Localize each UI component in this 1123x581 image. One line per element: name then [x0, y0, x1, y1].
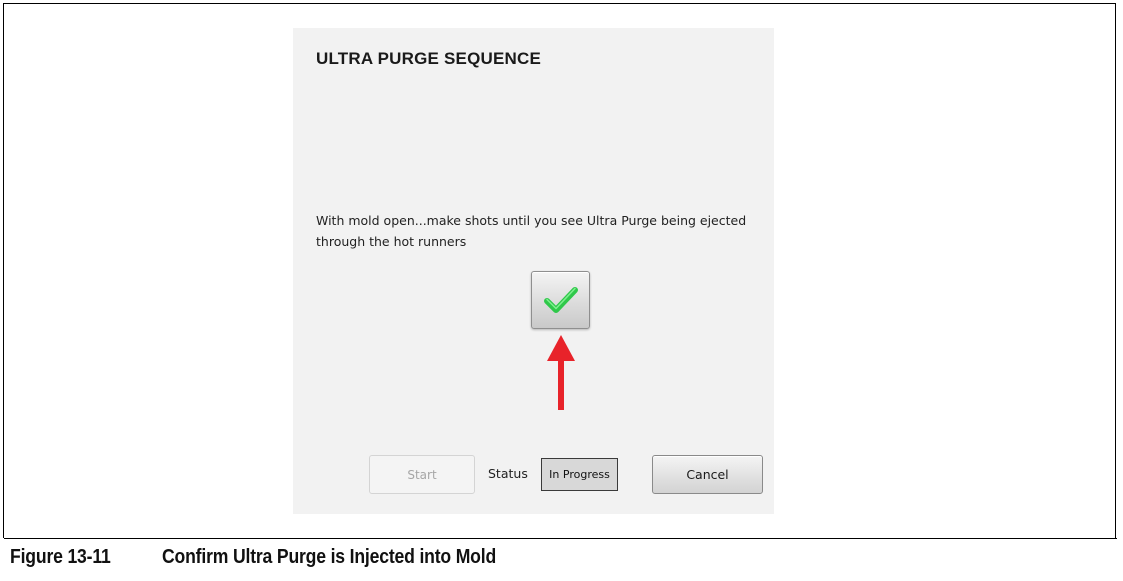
figure-caption-text: Confirm Ultra Purge is Injected into Mol… [162, 546, 497, 568]
status-value-field: In Progress [541, 458, 618, 491]
dialog-button-bar: Start Status In Progress Cancel [369, 455, 769, 495]
checkmark-icon [543, 287, 578, 313]
instruction-text: With mold open...make shots until you se… [316, 213, 747, 249]
status-label: Status [488, 466, 528, 481]
figure-number: Figure 13-11 [10, 546, 111, 568]
cancel-button[interactable]: Cancel [652, 455, 763, 494]
start-button[interactable]: Start [369, 455, 475, 494]
figure-caption: Figure 13-11 Confirm Ultra Purge is Inje… [4, 538, 1117, 576]
ultra-purge-dialog: ULTRA PURGE SEQUENCE With mold open...ma… [293, 28, 774, 514]
dialog-title: ULTRA PURGE SEQUENCE [316, 49, 542, 68]
confirm-button[interactable] [531, 271, 590, 329]
arrow-up-icon [547, 335, 575, 410]
